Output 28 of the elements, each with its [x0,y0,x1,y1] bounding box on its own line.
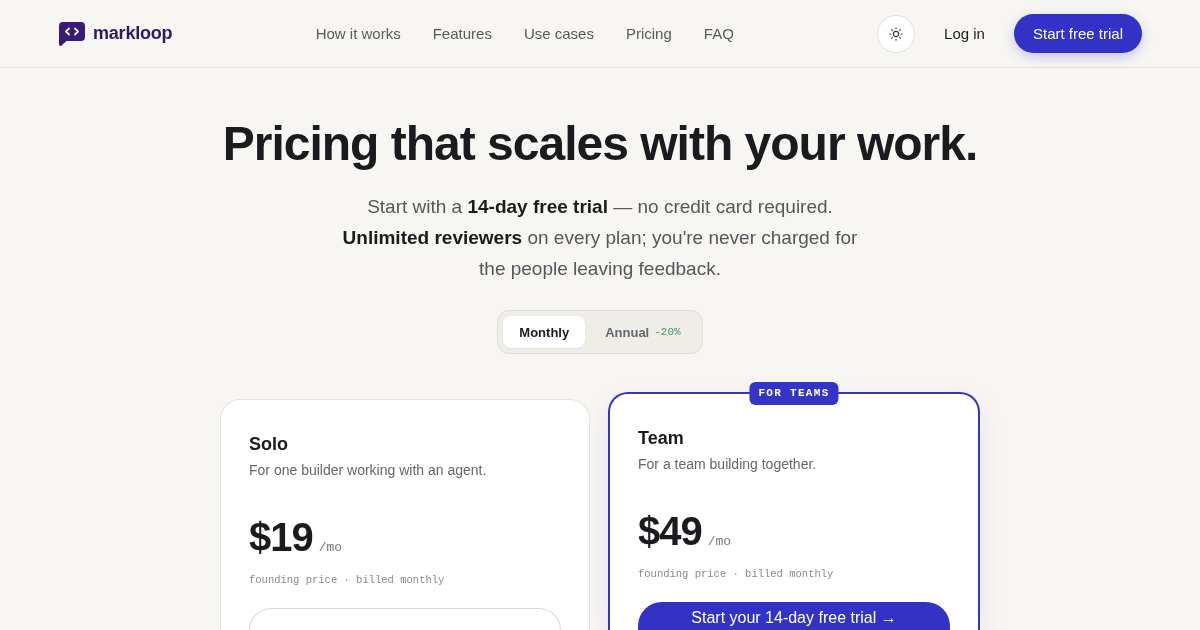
plan-price: $19 [249,517,313,557]
page-title: Pricing that scales with your work. [222,117,978,170]
sun-icon [889,26,904,41]
brand-name[interactable]: markloop [93,23,173,44]
nav-link[interactable]: FAQ [703,25,734,42]
billing-note: founding price · billed monthly [638,567,835,581]
code-bubble-icon [59,21,85,46]
plan-name: Team [638,427,685,450]
discount-label: -20% [654,326,681,338]
theme-toggle-button[interactable] [877,14,916,53]
billing-tab[interactable]: Monthly [503,316,586,348]
plan-description: For a team building together. [638,455,818,474]
price-period: /mo [318,540,343,555]
billing-tab[interactable]: Annual -20% [589,316,697,348]
nav-link[interactable]: How it works [315,25,401,42]
nav-link[interactable]: Use cases [523,25,594,42]
plan-price: $49 [638,511,702,551]
price-period: /mo [707,534,732,549]
page-subtitle: Start with a 14-day free trial — no credit card required. Unlimited reviewers on every plan; you're never charged for the people leaving feedback. [341,195,859,281]
nav-link[interactable]: Pricing [625,25,672,42]
start-trial-button[interactable]: Start free trial [1013,14,1142,53]
plan-badge: FOR TEAMS [749,382,839,405]
plan-description: For one builder working with an agent. [249,461,488,480]
plan-name: Solo [249,433,289,456]
nav-link[interactable]: Features [432,25,492,42]
start-trial-button[interactable]: Start your 14-day free trial → [638,602,950,630]
billing-note: founding price · billed monthly [249,573,446,587]
login-link[interactable]: Log in [944,25,985,42]
